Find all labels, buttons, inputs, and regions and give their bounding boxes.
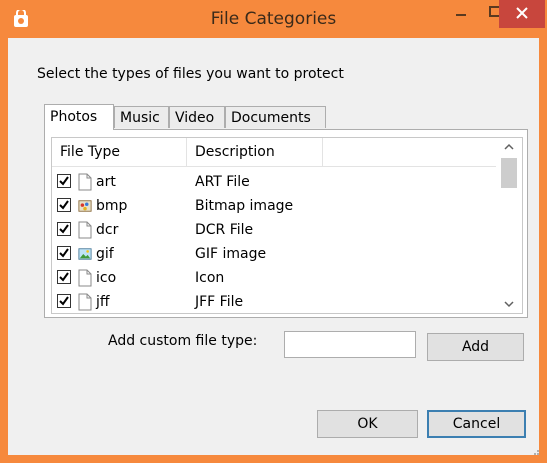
column-header-description[interactable]: Description — [195, 138, 275, 167]
custom-file-type-input[interactable] — [284, 331, 416, 358]
checkmark-icon — [59, 296, 69, 306]
checkmark-icon — [59, 248, 69, 258]
paint-image-icon — [78, 200, 92, 212]
instruction-text: Select the types of files you want to pr… — [37, 66, 344, 82]
vertical-scrollbar[interactable] — [496, 138, 522, 313]
picture-image-icon — [78, 248, 92, 260]
file-description: ART File — [195, 174, 250, 190]
checkmark-icon — [59, 272, 69, 282]
resize-grip-icon[interactable] — [532, 448, 540, 456]
row-checkbox[interactable] — [57, 198, 71, 212]
file-extension: dcr — [96, 222, 119, 238]
list-item[interactable]: gif GIF image — [52, 242, 496, 266]
list-item[interactable]: art ART File — [52, 170, 496, 194]
close-button[interactable] — [499, 0, 545, 28]
cancel-button[interactable]: Cancel — [427, 410, 526, 438]
file-extension: bmp — [96, 198, 128, 214]
ok-button[interactable]: OK — [317, 410, 418, 438]
minimize-icon — [456, 14, 466, 16]
file-type-list[interactable]: File Type Description art ART File bmp B… — [51, 137, 523, 314]
file-description: GIF image — [195, 246, 267, 262]
tab-documents[interactable]: Documents — [225, 106, 326, 128]
list-item[interactable]: bmp Bitmap image — [52, 194, 496, 218]
file-extension: gif — [96, 246, 114, 262]
tab-photos[interactable]: Photos — [44, 104, 114, 130]
title-bar[interactable]: File Categories — [0, 0, 547, 36]
file-description: JFF File — [195, 294, 244, 310]
checkmark-icon — [59, 200, 69, 210]
column-divider[interactable] — [322, 138, 323, 167]
scroll-down-arrow-icon[interactable] — [496, 295, 522, 313]
file-extension: jff — [96, 294, 110, 310]
custom-file-type-label: Add custom file type: — [108, 333, 258, 349]
file-extension: art — [96, 174, 116, 190]
list-item[interactable]: dcr DCR File — [52, 218, 496, 242]
minimize-button[interactable] — [445, 0, 479, 28]
list-item[interactable]: jff JFF File — [52, 290, 496, 313]
file-description: Bitmap image — [195, 198, 294, 214]
row-checkbox[interactable] — [57, 270, 71, 284]
row-checkbox[interactable] — [57, 222, 71, 236]
file-description: DCR File — [195, 222, 254, 238]
blank-file-icon — [78, 269, 92, 287]
checkmark-icon — [59, 176, 69, 186]
add-button[interactable]: Add — [427, 333, 524, 361]
checkmark-icon — [59, 224, 69, 234]
list-item[interactable]: ico Icon — [52, 266, 496, 290]
column-divider[interactable] — [186, 138, 187, 167]
column-header-file-type[interactable]: File Type — [60, 138, 120, 167]
list-header: File Type Description — [52, 138, 496, 167]
tab-video[interactable]: Video — [169, 106, 225, 128]
scroll-up-arrow-icon[interactable] — [496, 138, 522, 156]
blank-file-icon — [78, 293, 92, 311]
blank-file-icon — [78, 221, 92, 239]
row-checkbox[interactable] — [57, 246, 71, 260]
file-description: Icon — [195, 270, 225, 286]
row-checkbox[interactable] — [57, 294, 71, 308]
tab-music[interactable]: Music — [114, 106, 169, 128]
file-extension: ico — [96, 270, 117, 286]
row-checkbox[interactable] — [57, 174, 71, 188]
scrollbar-thumb[interactable] — [501, 158, 517, 188]
close-icon — [516, 7, 528, 19]
blank-file-icon — [78, 173, 92, 191]
